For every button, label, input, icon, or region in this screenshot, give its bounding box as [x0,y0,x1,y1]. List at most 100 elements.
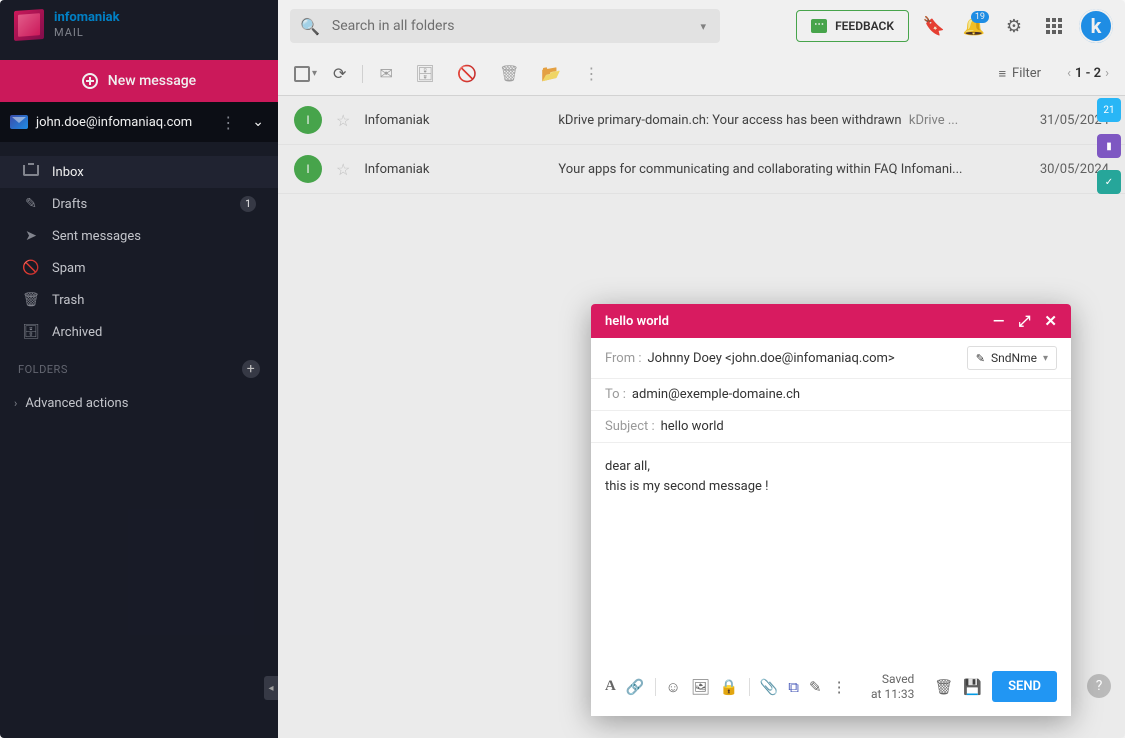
archive-icon[interactable]: 🗄 [409,64,441,83]
archive-icon: 🗄 [22,324,40,340]
attach-icon[interactable]: 📎 [760,678,779,696]
folders-section-header: FOLDERS + [0,352,278,386]
mail-row[interactable]: I ☆ Infomaniak Your apps for communicating … [278,145,1125,194]
next-page-button[interactable]: › [1105,66,1109,81]
send-button[interactable]: SEND [992,671,1057,702]
help-button[interactable]: ? [1087,674,1111,698]
discard-icon[interactable]: 🗑 [934,678,953,696]
expand-icon[interactable]: ⤢ [1018,312,1030,330]
to-value: admin@exemple-domaine.ch [632,387,800,402]
image-icon[interactable]: 🖼 [691,678,710,696]
star-icon[interactable]: ☆ [336,111,350,130]
spam-icon: 🚫 [22,260,40,276]
drive-icon[interactable]: ⧉ [788,678,799,696]
avatar[interactable]: k [1079,9,1113,43]
search-input[interactable] [330,17,697,35]
compose-header[interactable]: hello world — ⤢ ✕ [591,304,1071,338]
settings-icon[interactable]: ⚙ [999,11,1029,41]
chevron-right-icon: › [14,397,17,410]
logo-icon [14,9,44,41]
compose-more-icon[interactable]: ⋮ [832,678,847,696]
mail-sender: Infomaniak [364,162,544,177]
compose-footer: A 🔗 ☺ 🖼 🔒 📎 ⧉ ✎ ⋮ Saved at 11:33 🗑 💾 SEN… [591,663,1071,716]
edit-icon: ✎ [976,352,985,365]
notifications-icon[interactable]: 🔔19 [959,11,989,41]
product-name: MAIL [54,27,120,39]
folder-sent[interactable]: ➤ Sent messages [0,220,278,252]
drafts-icon: ✎ [22,196,40,212]
new-message-button[interactable]: New message [0,60,278,102]
folder-list: Inbox✎Drafts1 ➤ Sent messages 🚫 Spam 🗑 Trash 🗄A… [0,142,278,352]
trash-icon: 🗑 [22,292,40,308]
page-range: 1 - 2 [1075,66,1101,81]
inbox-icon [22,164,40,180]
more-icon[interactable]: ⋮ [577,64,605,83]
star-icon[interactable]: ☆ [336,160,350,179]
filter-icon: ≡ [998,66,1006,82]
tasks-app-icon[interactable]: ✓ [1097,170,1121,194]
select-all-checkbox[interactable]: ▾ [294,66,317,82]
lock-icon[interactable]: 🔒 [720,678,739,696]
feedback-icon [811,19,827,33]
sidebar-collapse-button[interactable]: ◂ [264,676,278,700]
signature-icon[interactable]: ✎ [809,678,822,696]
folder-badge: 1 [240,196,256,212]
compose-body[interactable]: dear all, this is my second message ! [591,443,1071,663]
spam-icon[interactable]: 🚫 [451,64,483,83]
add-folder-button[interactable]: + [242,360,260,378]
notif-count: 19 [971,11,989,23]
bookmark-icon[interactable]: 🔖 [919,11,949,41]
compose-subject-row[interactable]: Subject : hello world [591,411,1071,443]
from-value: Johnny Doey <john.doe@infomaniaq.com> [648,351,895,366]
filter-button[interactable]: ≡ Filter [998,66,1041,82]
folder-trash[interactable]: 🗑 Trash [0,284,278,316]
sender-avatar: I [294,155,322,183]
feedback-label: FEEDBACK [835,19,894,33]
link-icon[interactable]: 🔗 [626,678,645,696]
prev-page-button[interactable]: ‹ [1067,66,1071,81]
mail-subject: kDrive primary-domain.ch: Your access ha… [558,113,1025,128]
minimize-icon[interactable]: — [993,312,1005,330]
sent-icon: ➤ [22,228,40,244]
advanced-actions[interactable]: › Advanced actions [0,386,278,421]
calendar-app-icon[interactable]: 21 [1097,98,1121,122]
from-label: From : [605,351,642,366]
compose-title: hello world [605,314,669,329]
emoji-icon[interactable]: ☺ [666,678,681,696]
folder-inbox[interactable]: Inbox [0,156,278,188]
chevron-down-icon: ▾ [1043,353,1048,364]
folder-archive[interactable]: 🗄Archived [0,316,278,348]
folder-spam[interactable]: 🚫 Spam [0,252,278,284]
chevron-down-icon[interactable]: ⌄ [248,114,268,130]
move-icon[interactable]: 📂 [535,64,567,83]
brand-name: infomaniak [54,11,120,25]
search-scope-dropdown[interactable]: ▾ [696,20,710,33]
mail-subject: Your apps for communicating and collabor… [558,162,1025,177]
folder-drafts[interactable]: ✎Drafts1 [0,188,278,220]
sidebar-header: infomaniak MAIL [0,0,278,46]
folder-label: Spam [52,261,86,276]
close-icon[interactable]: ✕ [1044,312,1057,330]
sender-select[interactable]: ✎ SndNme ▾ [967,346,1057,370]
account-more-icon[interactable]: ⋮ [216,113,240,132]
mark-read-icon[interactable]: ✉ [373,64,398,83]
apps-icon[interactable] [1039,11,1069,41]
folder-label: Sent messages [52,229,141,244]
saved-label: Saved [871,672,914,686]
mail-row[interactable]: I☆InfomaniakkDrive primary-domain.ch: Yo… [278,96,1125,145]
account-row[interactable]: john.doe@infomaniaq.com ⋮ ⌄ [0,102,278,142]
saved-time: at 11:33 [871,687,914,701]
format-text-icon[interactable]: A [605,678,616,695]
save-draft-icon[interactable]: 💾 [963,678,982,696]
sidebar: infomaniak MAIL New message john.doe@inf… [0,0,278,738]
compose-to-row[interactable]: To : admin@exemple-domaine.ch [591,379,1071,411]
refresh-icon[interactable]: ⟳ [327,64,352,83]
folder-label: Trash [52,293,84,308]
feedback-button[interactable]: FEEDBACK [796,10,909,42]
filter-label: Filter [1012,66,1041,81]
notes-app-icon[interactable]: ▮ [1097,134,1121,158]
delete-icon[interactable]: 🗑 [493,64,525,83]
mail-toolbar: ▾ ⟳ ✉ 🗄 🚫 🗑 📂 ⋮ ≡ Filter ‹ 1 - 2 › [278,52,1125,96]
new-message-label: New message [108,73,196,89]
search-box[interactable]: 🔍 ▾ [290,9,720,43]
